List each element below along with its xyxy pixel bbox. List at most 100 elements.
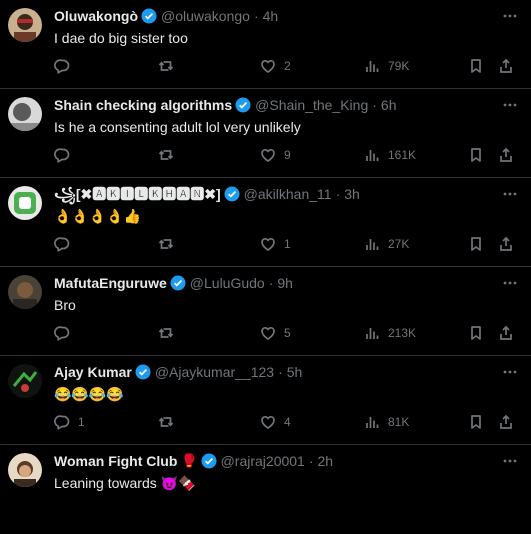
action-bar: 2 79K (54, 57, 514, 75)
like-count: 9 (284, 148, 291, 162)
timestamp[interactable]: 2h (318, 452, 334, 470)
like-icon (261, 237, 275, 251)
author-name[interactable]: Woman Fight Club (54, 452, 177, 470)
bookmark-button[interactable] (468, 413, 484, 431)
tweet-reply[interactable]: ꧁[✖🅰🅺🅸🅻🅺🅷🅰🅽✖] @akilkhan_11 · 3h 👌👌👌👌👍 1 … (0, 178, 531, 267)
separator-dot: · (335, 186, 341, 202)
views-button[interactable]: 81K (364, 413, 409, 431)
tweet-reply[interactable]: MafutaEnguruwe @LuluGudo · 9h Bro 5 213K (0, 267, 531, 356)
views-icon (366, 328, 379, 339)
separator-dot: · (253, 8, 259, 24)
action-bar: 1 4 81K (54, 413, 514, 431)
separator-dot: · (268, 275, 274, 291)
more-icon[interactable] (501, 8, 519, 24)
verified-badge-icon (135, 364, 151, 380)
more-icon[interactable] (501, 364, 519, 380)
like-icon (261, 59, 275, 73)
verified-badge-icon (235, 97, 251, 113)
timestamp[interactable]: 4h (263, 7, 279, 25)
share-button[interactable] (498, 324, 514, 342)
retweet-button[interactable] (158, 413, 182, 431)
bookmark-icon (471, 59, 481, 73)
verified-badge-icon (170, 275, 186, 291)
verified-badge-icon (201, 453, 217, 469)
author-name[interactable]: MafutaEnguruwe (54, 274, 167, 292)
timestamp[interactable]: 3h (344, 185, 360, 203)
like-button[interactable]: 2 (260, 57, 291, 75)
timestamp[interactable]: 6h (381, 96, 397, 114)
boxing-glove-emoji: 🥊 (181, 453, 198, 468)
author-handle[interactable]: @rajraj20001 (221, 452, 305, 470)
more-icon[interactable] (501, 97, 519, 113)
reply-button[interactable] (54, 324, 78, 342)
views-count: 81K (388, 415, 410, 429)
like-button[interactable]: 5 (260, 324, 291, 342)
tweet-text: Bro (54, 297, 76, 313)
tweet-reply[interactable]: Ajay Kumar @Ajaykumar__123 · 5h 😂😂😂😂 1 4… (0, 356, 531, 445)
author-name[interactable]: ꧁[✖🅰🅺🅸🅻🅺🅷🅰🅽✖] (54, 185, 221, 203)
author-handle[interactable]: @akilkhan_11 (244, 185, 332, 203)
avatar[interactable] (8, 275, 42, 309)
avatar[interactable] (8, 453, 42, 487)
like-icon (261, 326, 275, 340)
avatar[interactable] (8, 186, 42, 220)
author-handle[interactable]: @oluwakongo (161, 7, 250, 25)
author-name[interactable]: Shain checking algorithms (54, 96, 232, 114)
bookmark-button[interactable] (468, 146, 484, 164)
verified-badge-icon (141, 8, 157, 24)
author-name[interactable]: Ajay Kumar (54, 363, 132, 381)
timestamp[interactable]: 9h (277, 274, 293, 292)
like-icon (261, 148, 275, 162)
avatar[interactable] (8, 8, 42, 42)
like-icon (261, 415, 275, 429)
views-button[interactable]: 27K (364, 235, 409, 253)
like-button[interactable]: 4 (260, 413, 291, 431)
like-button[interactable]: 1 (260, 235, 291, 253)
tweet-text: 😂😂😂😂 (54, 386, 124, 402)
share-button[interactable] (498, 57, 514, 75)
separator-dot: · (308, 453, 314, 469)
views-button[interactable]: 213K (364, 324, 416, 342)
avatar[interactable] (8, 364, 42, 398)
views-icon (366, 61, 379, 72)
bookmark-button[interactable] (468, 235, 484, 253)
author-name[interactable]: Oluwakongò (54, 7, 138, 25)
retweet-button[interactable] (158, 235, 182, 253)
reply-icon (54, 59, 70, 74)
more-icon[interactable] (501, 453, 519, 469)
bookmark-button[interactable] (468, 57, 484, 75)
bookmark-button[interactable] (468, 324, 484, 342)
more-icon[interactable] (501, 275, 519, 291)
like-count: 1 (284, 237, 291, 251)
retweet-button[interactable] (158, 324, 182, 342)
like-button[interactable]: 9 (260, 146, 291, 164)
reply-count: 1 (78, 415, 85, 429)
views-button[interactable]: 161K (364, 146, 416, 164)
tweet-reply[interactable]: Woman Fight Club 🥊 @rajraj20001 · 2h Lea… (0, 445, 531, 534)
views-count: 27K (388, 237, 410, 251)
retweet-icon (158, 417, 174, 427)
reply-button[interactable] (54, 57, 78, 75)
share-button[interactable] (498, 235, 514, 253)
more-icon[interactable] (501, 186, 519, 202)
views-button[interactable]: 79K (364, 57, 409, 75)
tweet-reply[interactable]: Shain checking algorithms @Shain_the_Kin… (0, 89, 531, 178)
avatar[interactable] (8, 97, 42, 131)
reply-button[interactable] (54, 235, 78, 253)
reply-button[interactable] (54, 146, 78, 164)
like-count: 2 (284, 59, 291, 73)
reply-button[interactable]: 1 (54, 413, 85, 431)
views-count: 79K (388, 59, 410, 73)
timestamp[interactable]: 5h (287, 363, 303, 381)
author-handle[interactable]: @Ajaykumar__123 (155, 363, 274, 381)
share-button[interactable] (498, 413, 514, 431)
share-button[interactable] (498, 146, 514, 164)
author-handle[interactable]: @Shain_the_King (255, 96, 368, 114)
share-icon (500, 414, 512, 429)
retweet-button[interactable] (158, 146, 182, 164)
reply-icon (54, 237, 70, 252)
reply-icon (54, 415, 70, 430)
author-handle[interactable]: @LuluGudo (190, 274, 265, 292)
tweet-reply[interactable]: Oluwakongò @oluwakongo · 4h I dae do big… (0, 0, 531, 89)
retweet-button[interactable] (158, 57, 182, 75)
